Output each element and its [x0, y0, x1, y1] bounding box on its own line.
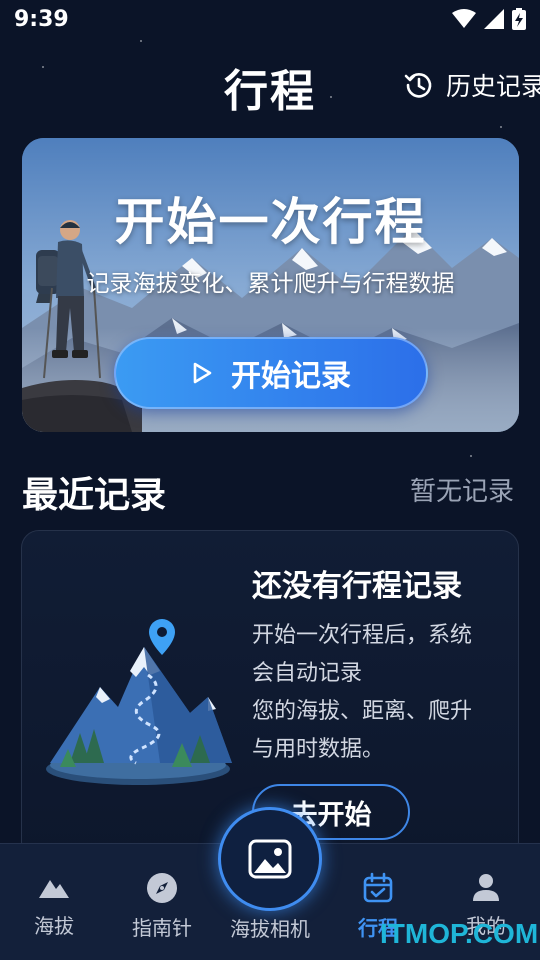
battery-charging-icon — [512, 8, 526, 30]
status-time: 9:39 — [14, 6, 69, 32]
nav-label-compass: 指南针 — [132, 916, 192, 940]
compass-icon — [147, 873, 177, 903]
person-icon — [473, 874, 499, 901]
empty-desc-line: 开始一次行程后，系统 — [252, 623, 473, 648]
hero-title: 开始一次行程 — [114, 193, 427, 251]
nav-item-altitude[interactable]: 海拔 — [0, 872, 108, 939]
empty-desc-line: 与用时数据。 — [252, 737, 385, 762]
altitude-camera-button[interactable] — [218, 807, 322, 911]
recent-section-title: 最近记录 — [22, 475, 167, 516]
start-record-button[interactable]: 开始记录 — [114, 337, 428, 409]
empty-state-description: 开始一次行程后，系统 会自动记录 您的海拔、距离、爬升 与用时数据。 — [252, 617, 508, 769]
empty-desc-line: 您的海拔、距离、爬升 — [252, 699, 473, 724]
wifi-icon — [452, 9, 476, 28]
signal-icon — [484, 9, 504, 29]
image-icon — [248, 839, 292, 879]
status-icons — [452, 8, 526, 30]
calendar-icon — [363, 872, 393, 903]
hero-subtitle: 记录海拔变化、累计爬升与行程数据 — [86, 271, 455, 297]
nav-item-compass[interactable]: 指南针 — [108, 872, 216, 941]
empty-desc-line: 会自动记录 — [252, 661, 363, 686]
empty-state-title: 还没有行程记录 — [252, 569, 462, 604]
recent-empty-status: 暂无记录 — [410, 477, 515, 507]
app-header: 行程 历史记录 — [0, 55, 540, 117]
mountain-icon — [39, 880, 69, 898]
play-icon — [193, 362, 212, 384]
hero-card: 开始一次行程 记录海拔变化、累计爬升与行程数据 开始记录 — [22, 138, 519, 432]
location-pin-icon — [149, 619, 175, 655]
mountain-route-illustration — [46, 619, 232, 785]
start-record-label: 开始记录 — [231, 359, 351, 394]
nav-label-altitude: 海拔 — [34, 914, 74, 938]
history-label: 历史记录 — [446, 72, 540, 101]
status-bar: 9:39 — [0, 0, 540, 38]
history-clock-icon — [404, 73, 432, 98]
history-link[interactable]: 历史记录 — [404, 67, 540, 103]
nav-label-altitude-camera: 海拔相机 — [230, 917, 310, 941]
watermark-text: ITMOP.COM — [380, 918, 539, 949]
